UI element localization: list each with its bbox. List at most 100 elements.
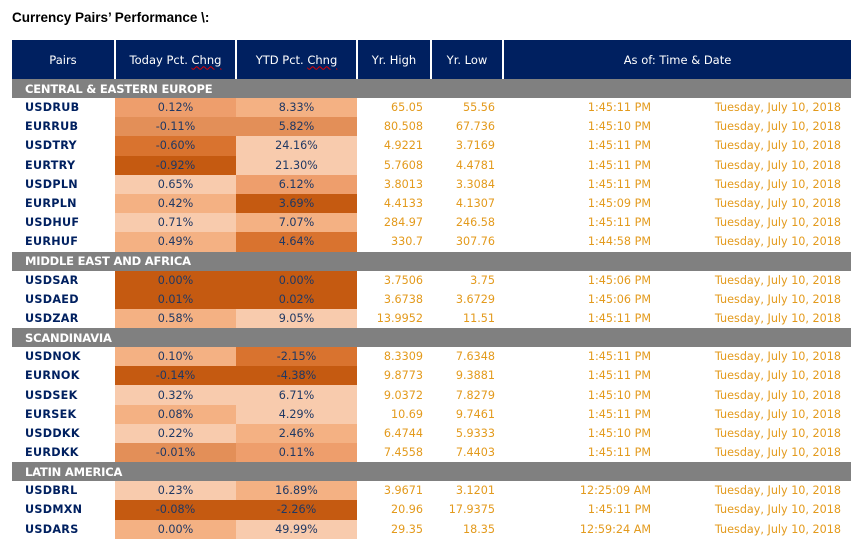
year-low-cell: 5.9333 — [455, 426, 495, 440]
year-low-cell: 9.7461 — [455, 407, 495, 421]
time-cell: 1:45:11 PM — [587, 503, 651, 517]
time-cell: 1:45:11 PM — [587, 446, 651, 460]
year-low-cell: 4.1307 — [455, 197, 495, 211]
pair-cell: USDBRL — [25, 484, 78, 498]
date-cell: Tuesday, July 10, 2018 — [714, 292, 842, 306]
year-low-cell: 67.736 — [455, 120, 495, 134]
year-high-cell: 3.6738 — [383, 292, 423, 306]
pair-cell: EURSEK — [25, 407, 77, 421]
time-cell: 1:45:06 PM — [587, 273, 651, 287]
time-cell: 1:45:09 PM — [587, 197, 651, 211]
spellcheck-marked-word: Chng — [307, 52, 338, 67]
year-low-cell: 11.51 — [462, 311, 495, 325]
today-pct-change-cell: 0.22% — [115, 423, 236, 443]
year-low-cell: 3.3084 — [455, 177, 495, 191]
ytd-pct-change-cell: 8.33% — [236, 98, 357, 118]
year-high-cell: 7.4558 — [383, 446, 423, 460]
group-label: CENTRAL & EASTERN EUROPE — [12, 79, 852, 98]
ytd-pct-change-cell: 9.05% — [236, 308, 357, 329]
year-low-cell: 3.7169 — [455, 139, 495, 153]
year-high-cell: 20.96 — [390, 503, 423, 517]
year-low-cell: 4.4781 — [455, 158, 495, 172]
ytd-pct-change-cell: 0.00% — [236, 270, 357, 290]
pair-cell: USDPLN — [25, 177, 78, 191]
time-cell: 1:45:10 PM — [587, 426, 651, 440]
ytd-pct-change-cell: 49.99% — [236, 519, 357, 539]
date-cell: Tuesday, July 10, 2018 — [714, 350, 842, 364]
pair-cell: EURPLN — [25, 197, 77, 211]
today-pct-change-cell: 0.23% — [115, 481, 236, 501]
today-pct-change-cell: -0.60% — [115, 136, 236, 156]
table-row: EURSEK 0.08% 4.29% 10.69 9.7461 1:45:11 PM Tue… — [12, 404, 851, 424]
year-high-cell: 3.8013 — [383, 177, 423, 191]
time-cell: 1:45:10 PM — [587, 120, 651, 134]
ytd-pct-change-cell: -2.26% — [236, 500, 357, 520]
date-cell: Tuesday, July 10, 2018 — [714, 369, 842, 383]
year-high-cell: 4.9221 — [383, 139, 423, 153]
table-row: USDRUB 0.12% 8.33% 65.05 55.56 1:45:11 PM Tues… — [12, 98, 851, 118]
group-label: SCANDINAVIA — [12, 328, 852, 348]
year-high-cell: 6.4744 — [383, 426, 423, 440]
ytd-pct-change-cell: 0.02% — [236, 289, 357, 309]
date-cell: Tuesday, July 10, 2018 — [714, 177, 842, 191]
date-cell: Tuesday, July 10, 2018 — [714, 522, 842, 536]
ytd-pct-change-cell: 2.46% — [236, 423, 357, 443]
today-pct-change-cell: -0.11% — [115, 117, 236, 137]
pair-cell: USDSAR — [25, 273, 79, 287]
time-cell: 1:45:06 PM — [587, 292, 651, 306]
group-header-row: LATIN AMERICA — [12, 462, 852, 482]
column-header-ytd-pct-change: YTD Pct. Chng — [236, 40, 358, 79]
ytd-pct-change-cell: 4.29% — [236, 404, 357, 424]
ytd-pct-change-cell: 7.07% — [236, 213, 357, 233]
time-cell: 1:45:11 PM — [587, 407, 651, 421]
date-cell: Tuesday, July 10, 2018 — [714, 446, 842, 460]
table-row: EURRUB -0.11% 5.82% 80.508 67.736 1:45:10 PM T… — [12, 117, 851, 137]
year-high-cell: 284.97 — [383, 216, 423, 230]
year-high-cell: 10.69 — [390, 407, 423, 421]
group-header-row: SCANDINAVIA — [12, 328, 852, 348]
year-high-cell: 9.8773 — [383, 369, 423, 383]
today-pct-change-cell: 0.32% — [115, 385, 236, 405]
today-pct-change-cell: 0.12% — [115, 98, 236, 118]
pair-cell: EURDKK — [25, 446, 79, 460]
pair-cell: EURHUF — [25, 235, 79, 249]
table-row: EURPLN 0.42% 3.69% 4.4133 4.1307 1:45:09 PM Tu… — [12, 193, 851, 214]
time-cell: 1:45:11 PM — [587, 139, 651, 153]
ytd-pct-change-cell: 24.16% — [236, 136, 357, 156]
table-row: USDDKK 0.22% 2.46% 6.4744 5.9333 1:45:10 PM Tu… — [12, 423, 851, 443]
pair-cell: USDDKK — [25, 426, 80, 440]
table-header-row: Pairs Today Pct. Chng YTD Pct. Chng Yr. … — [12, 40, 852, 79]
group-header-row: MIDDLE EAST AND AFRICA — [12, 251, 852, 271]
spellcheck-marked-word: Chng — [191, 52, 222, 67]
today-pct-change-cell: -0.01% — [115, 443, 236, 463]
date-cell: Tuesday, July 10, 2018 — [714, 388, 842, 402]
pair-cell: USDZAR — [25, 311, 79, 325]
table-row: USDARS 0.00% 49.99% 29.35 18.35 12:59:24 AM Tu… — [12, 519, 851, 539]
date-cell: Tuesday, July 10, 2018 — [714, 311, 842, 325]
pair-cell: USDTRY — [25, 139, 77, 153]
today-pct-change-cell: 0.65% — [115, 174, 236, 194]
column-header-today-pct-change: Today Pct. Chng — [115, 40, 237, 79]
today-pct-change-cell: 0.01% — [115, 289, 236, 309]
today-pct-change-cell: 0.00% — [115, 270, 236, 290]
year-low-cell: 9.3881 — [455, 369, 495, 383]
column-header-as-of: As of: Time & Date — [503, 40, 852, 79]
pair-cell: EURNOK — [25, 369, 80, 383]
column-header-pairs: Pairs — [12, 40, 116, 79]
today-pct-change-cell: 0.42% — [115, 193, 236, 214]
year-low-cell: 7.6348 — [455, 350, 495, 364]
date-cell: Tuesday, July 10, 2018 — [714, 197, 842, 211]
year-low-cell: 7.8279 — [455, 388, 495, 402]
pair-cell: USDNOK — [25, 350, 81, 364]
pair-cell: USDMXN — [25, 503, 83, 517]
today-pct-change-cell: 0.58% — [115, 308, 236, 329]
ytd-pct-change-cell: -2.15% — [236, 347, 357, 367]
date-cell: Tuesday, July 10, 2018 — [714, 407, 842, 421]
table-row: USDBRL 0.23% 16.89% 3.9671 3.1201 12:25:09 AM… — [12, 481, 851, 501]
column-header-year-low: Yr. Low — [431, 40, 504, 79]
pair-cell: EURRUB — [25, 120, 79, 134]
time-cell: 12:59:24 AM — [579, 522, 651, 536]
ytd-pct-change-cell: 6.71% — [236, 385, 357, 405]
today-pct-change-cell: 0.71% — [115, 213, 236, 233]
time-cell: 1:45:11 PM — [587, 311, 651, 325]
